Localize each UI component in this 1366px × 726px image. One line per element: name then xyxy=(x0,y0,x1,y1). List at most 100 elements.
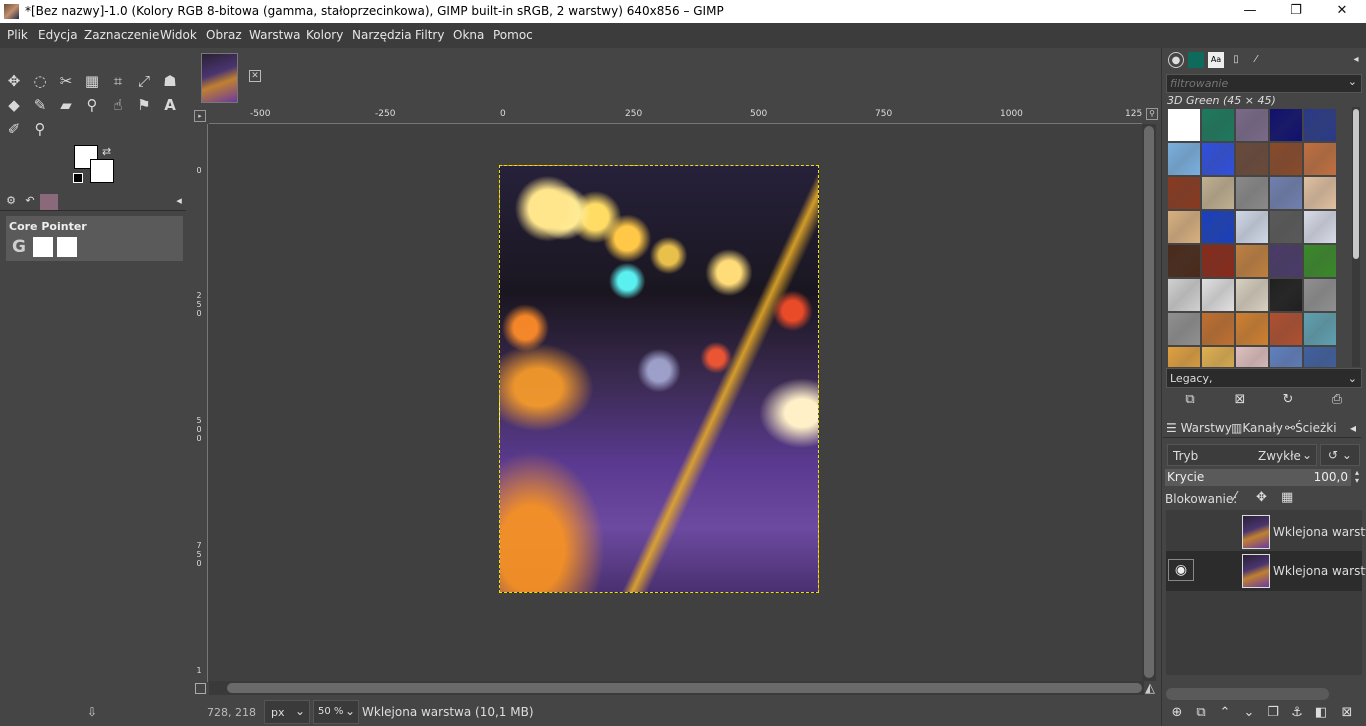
image-bokeh-city-night[interactable] xyxy=(499,165,819,593)
minimize-button[interactable]: — xyxy=(1227,0,1273,23)
pattern-swatch[interactable] xyxy=(1270,245,1302,277)
pattern-scrollbar[interactable] xyxy=(1352,107,1360,367)
opacity-slider[interactable]: Krycie 100,0 xyxy=(1165,469,1351,486)
menu-edycja[interactable]: Edycja xyxy=(38,28,78,42)
pattern-swatch[interactable] xyxy=(1304,245,1336,277)
lock-pixels-icon[interactable]: ⁄ xyxy=(1234,490,1236,505)
pattern-swatch[interactable] xyxy=(1202,143,1234,175)
pattern-swatch[interactable] xyxy=(1236,109,1268,141)
layers-horizontal-scrollbar[interactable] xyxy=(1166,688,1329,700)
pattern-swatch[interactable] xyxy=(1304,211,1336,243)
lower-layer-icon[interactable]: ⌄ xyxy=(1240,705,1258,720)
scrollbar-thumb[interactable] xyxy=(1144,126,1154,678)
pattern-swatch[interactable] xyxy=(1168,279,1200,311)
tab-paths[interactable]: ⚯Ścieżki xyxy=(1285,421,1337,435)
pattern-swatch[interactable] xyxy=(1202,347,1234,367)
pattern-swatch[interactable] xyxy=(1304,313,1336,345)
move-tool-icon[interactable]: ✥ xyxy=(3,70,25,92)
pattern-swatch[interactable] xyxy=(1236,211,1268,243)
delete-pattern-icon[interactable]: ⊠ xyxy=(1231,392,1249,407)
menu-narzedzia[interactable]: Narzędzia xyxy=(352,28,412,42)
raise-layer-icon[interactable]: ⌃ xyxy=(1216,705,1234,720)
pattern-swatch[interactable] xyxy=(1202,211,1234,243)
close-button[interactable]: ✕ xyxy=(1319,0,1365,23)
pattern-swatch[interactable] xyxy=(1270,279,1302,311)
navigate-icon[interactable]: ◭ xyxy=(1145,681,1155,696)
swap-colors-icon[interactable]: ⇄ xyxy=(102,145,111,158)
menu-plik[interactable]: Plik xyxy=(7,28,28,42)
menu-pomoc[interactable]: Pomoc xyxy=(493,28,533,42)
menu-obraz[interactable]: Obraz xyxy=(206,28,242,42)
layer-row[interactable]: Wklejona warstwa xyxy=(1166,512,1366,552)
transform-tool-icon[interactable]: ⤢ xyxy=(133,70,155,92)
menu-zaznaczenie[interactable]: Zaznaczenie xyxy=(84,28,159,42)
vertical-ruler[interactable]: 0 2 5 0 5 0 0 7 5 0 1 xyxy=(194,124,208,682)
tab-fonts-icon[interactable]: Aa xyxy=(1208,52,1224,68)
pattern-swatch[interactable] xyxy=(1168,177,1200,209)
layer-row-active[interactable]: ◉ Wklejona warstwa xyxy=(1166,551,1366,591)
bucket-fill-icon[interactable]: ◆ xyxy=(3,94,25,116)
pattern-swatch[interactable] xyxy=(1236,279,1268,311)
tab-brushes-icon[interactable]: ● xyxy=(1168,52,1184,68)
image-tab-thumbnail[interactable] xyxy=(201,53,238,103)
pattern-swatch[interactable] xyxy=(1270,313,1302,345)
pattern-swatch[interactable] xyxy=(1270,143,1302,175)
pattern-swatch[interactable] xyxy=(1168,245,1200,277)
canvas-horizontal-scrollbar[interactable] xyxy=(209,681,1144,695)
composite-mode-button[interactable]: ↺ ⌄ xyxy=(1320,444,1360,466)
tab-device-status-icon[interactable]: ⚙ xyxy=(2,194,20,210)
delete-layer-icon[interactable]: ⊠ xyxy=(1338,705,1356,720)
pattern-filter-input[interactable] xyxy=(1167,75,1337,92)
lock-alpha-icon[interactable]: ▦ xyxy=(1281,490,1293,505)
pattern-swatch[interactable] xyxy=(1304,143,1336,175)
close-image-tab-icon[interactable]: ✕ xyxy=(249,70,261,82)
tab-layers[interactable]: ☰ Warstwy xyxy=(1166,421,1232,435)
eraser-icon[interactable]: ▰ xyxy=(55,94,77,116)
ellipse-select-icon[interactable]: ◌ xyxy=(29,70,51,92)
new-layer-group-icon[interactable]: ⧉ xyxy=(1192,705,1210,720)
horizontal-ruler[interactable]: -500 -250 0 250 500 750 1000 125 xyxy=(209,108,1142,124)
pattern-filter-field[interactable]: ⌄ xyxy=(1166,74,1362,93)
open-pattern-as-image-icon[interactable]: ⎙ xyxy=(1328,392,1346,407)
layer-mode-select[interactable]: Tryb Zwykłe ⌄ xyxy=(1167,444,1317,466)
pattern-swatch[interactable] xyxy=(1236,177,1268,209)
warp-tool-icon[interactable]: ☗ xyxy=(159,70,181,92)
pattern-swatch[interactable] xyxy=(1304,177,1336,209)
crop-tool-icon[interactable]: ⌗ xyxy=(107,70,129,92)
quick-mask-toggle[interactable] xyxy=(195,683,206,694)
anchor-layer-icon[interactable]: ⚓ xyxy=(1288,705,1306,720)
pattern-swatch[interactable] xyxy=(1202,109,1234,141)
pattern-swatch[interactable] xyxy=(1236,313,1268,345)
pattern-swatch[interactable] xyxy=(1270,177,1302,209)
edit-pattern-icon[interactable]: ⧉ xyxy=(1181,392,1199,407)
canvas-vertical-scrollbar[interactable] xyxy=(1142,124,1156,681)
pattern-swatch[interactable] xyxy=(1168,143,1200,175)
pattern-swatch[interactable] xyxy=(1270,211,1302,243)
menu-okna[interactable]: Okna xyxy=(453,28,484,42)
default-colors-icon[interactable] xyxy=(73,173,83,183)
dock-menu-icon[interactable]: ◂ xyxy=(170,194,188,210)
zoom-on-resize-icon[interactable]: ⚲ xyxy=(1146,108,1158,120)
pattern-swatch[interactable] xyxy=(1270,109,1302,141)
color-picker-icon[interactable]: ✐ xyxy=(3,118,25,140)
tab-patterns-icon[interactable] xyxy=(1188,52,1204,68)
menu-warstwa[interactable]: Warstwa xyxy=(249,28,301,42)
clone-tool-icon[interactable]: ⚲ xyxy=(81,94,103,116)
tab-channels[interactable]: ▥Kanały xyxy=(1231,421,1283,435)
text-tool-icon[interactable]: A xyxy=(159,94,181,116)
pattern-swatch[interactable] xyxy=(1236,347,1268,367)
crop-scissors-icon[interactable]: ✂ xyxy=(55,70,77,92)
zoom-select[interactable]: 50 % ⌄ xyxy=(313,700,359,724)
pattern-swatch[interactable] xyxy=(1304,279,1336,311)
pattern-swatch[interactable] xyxy=(1168,211,1200,243)
menu-filtry[interactable]: Filtry xyxy=(415,28,444,42)
pattern-swatch[interactable] xyxy=(1304,347,1336,367)
pattern-swatch[interactable] xyxy=(1202,279,1234,311)
tab-documents-icon[interactable]: ▯ xyxy=(1228,52,1244,68)
pattern-swatch[interactable] xyxy=(1168,347,1200,367)
tab-tool-presets-icon[interactable]: ⁄ xyxy=(1248,52,1264,68)
mask-layer-icon[interactable]: ◧ xyxy=(1312,705,1330,720)
pattern-swatch[interactable] xyxy=(1168,109,1200,141)
pattern-swatch[interactable] xyxy=(1202,177,1234,209)
opacity-spinner[interactable]: ▴ ▾ xyxy=(1352,469,1362,486)
